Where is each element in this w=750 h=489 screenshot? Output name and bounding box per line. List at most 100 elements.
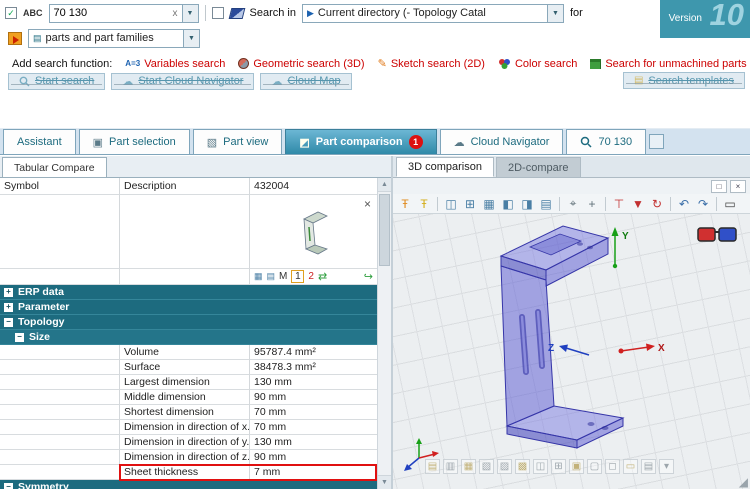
transparency-icon[interactable]: ▢ xyxy=(587,459,602,474)
wireframe-icon[interactable]: ▣ xyxy=(569,459,584,474)
tab-part-comparison[interactable]: ◩ Part comparison 1 xyxy=(285,129,436,154)
fit-view-icon[interactable]: + xyxy=(583,195,601,212)
table-row-dimension-x[interactable]: Dimension in direction of x... 70 mm xyxy=(0,420,377,435)
grid-toggle-icon[interactable]: ◻ xyxy=(605,459,620,474)
page-1-button[interactable]: 1 xyxy=(291,270,304,283)
page-2-button[interactable]: 2 xyxy=(308,271,314,282)
compare-link-icon[interactable]: ◨ xyxy=(518,195,536,212)
table-view-icon[interactable]: ▦ xyxy=(254,271,263,282)
tab-2d-compare[interactable]: 2D-compare xyxy=(496,157,581,177)
expand-icon[interactable]: + xyxy=(4,288,13,297)
category-dropdown-arrow-icon[interactable]: ▼ xyxy=(183,30,199,47)
collapse-icon[interactable]: − xyxy=(15,333,24,342)
compare-overlay-icon[interactable]: ▦ xyxy=(480,195,498,212)
search-directory-select[interactable]: ▶ Current directory (- Topology Catal ▼ xyxy=(302,4,564,23)
undo-icon[interactable]: ↶ xyxy=(675,195,693,212)
tab-overflow-button[interactable] xyxy=(649,134,664,149)
for-label: for xyxy=(570,7,583,19)
top-view-icon[interactable]: ▨ xyxy=(497,459,512,474)
sheet-view-icon[interactable]: ▤ xyxy=(267,271,276,282)
table-row-largest-dimension[interactable]: Largest dimension 130 mm xyxy=(0,375,377,390)
section-erp-data[interactable]: + ERP data xyxy=(0,285,377,300)
part-3d-model[interactable]: Y X Z xyxy=(393,214,748,489)
filter-funnel-icon[interactable]: ▼ xyxy=(629,195,647,212)
part-thumbnail[interactable] xyxy=(297,207,331,257)
color-search-link[interactable]: Color search xyxy=(498,58,577,70)
start-cloud-navigator-button[interactable]: ☁ Start Cloud Navigator xyxy=(111,73,254,90)
snapshot-icon[interactable]: ▭ xyxy=(623,459,638,474)
section-size[interactable]: − Size xyxy=(0,330,377,345)
measure-icon[interactable]: ⊤ xyxy=(610,195,628,212)
restore-window-button[interactable]: □ xyxy=(711,180,727,193)
section-topology[interactable]: − Topology xyxy=(0,315,377,330)
animation-icon[interactable]: ▤ xyxy=(641,459,656,474)
search-dropdown-arrow-icon[interactable]: ▼ xyxy=(182,5,198,22)
table-row-volume[interactable]: Volume 95787.4 mm² xyxy=(0,345,377,360)
geometric-search-link[interactable]: Geometric search (3D) xyxy=(238,58,364,70)
variables-search-link[interactable]: A=3 Variables search xyxy=(125,58,225,70)
scroll-up-button[interactable]: ▲ xyxy=(378,178,391,192)
redo-icon[interactable]: ↷ xyxy=(694,195,712,212)
expand-icon[interactable]: + xyxy=(4,303,13,312)
sketch-search-link[interactable]: ✎ Sketch search (2D) xyxy=(378,57,485,70)
scrollbar-thumb[interactable] xyxy=(379,194,390,266)
row-name: Dimension in direction of x... xyxy=(120,420,250,435)
table-row-middle-dimension[interactable]: Middle dimension 90 mm xyxy=(0,390,377,405)
action-button-row: Start search ☁ Start Cloud Navigator ☁ C… xyxy=(8,72,352,90)
clear-search-button[interactable]: x xyxy=(169,8,182,19)
close-window-button[interactable]: × xyxy=(730,180,746,193)
eraser-icon[interactable] xyxy=(228,8,245,19)
shading-icon[interactable]: ⊞ xyxy=(551,459,566,474)
section-parameter[interactable]: + Parameter xyxy=(0,300,377,315)
table-row-shortest-dimension[interactable]: Shortest dimension 70 mm xyxy=(0,405,377,420)
tab-search-result[interactable]: 70 130 xyxy=(566,129,646,154)
center-part-icon[interactable]: ⌖ xyxy=(564,195,582,212)
collapse-icon[interactable]: − xyxy=(4,483,13,489)
category-select[interactable]: ▤ parts and part families ▼ xyxy=(28,29,200,48)
iso-view-icon[interactable]: ◫ xyxy=(533,459,548,474)
scroll-down-button[interactable]: ▼ xyxy=(378,475,391,489)
tab-part-view[interactable]: ▧ Part view xyxy=(193,129,283,154)
stereo-glasses-icon[interactable] xyxy=(697,223,737,249)
viewport-3d[interactable]: Y X Z xyxy=(393,214,750,489)
part-filter-icon[interactable]: Ŧ xyxy=(396,195,414,212)
remove-part-button[interactable]: × xyxy=(364,198,371,210)
sync-icon[interactable]: ⇄ xyxy=(318,270,327,283)
side-view-icon[interactable]: ▩ xyxy=(515,459,530,474)
unmachined-search-link[interactable]: Search for unmachined parts xyxy=(590,58,746,70)
fullscreen-icon[interactable]: ▭ xyxy=(721,195,739,212)
directory-dropdown-arrow-icon[interactable]: ▼ xyxy=(547,5,563,22)
cloud-map-button[interactable]: ☁ Cloud Map xyxy=(260,73,351,90)
erase-checkbox[interactable] xyxy=(212,7,224,19)
table-row-sheet-thickness[interactable]: Sheet thickness 7 mm xyxy=(0,465,377,480)
table-row-surface[interactable]: Surface 38478.3 mm² xyxy=(0,360,377,375)
tab-cloud-navigator[interactable]: ☁ Cloud Navigator xyxy=(440,129,564,154)
tab-assistant[interactable]: Assistant xyxy=(3,129,76,154)
table-row-dimension-z[interactable]: Dimension in direction of z... 90 mm xyxy=(0,450,377,465)
start-search-button[interactable]: Start search xyxy=(8,73,105,90)
mode-label[interactable]: M xyxy=(279,271,287,282)
rotate-tool-icon[interactable]: ▦ xyxy=(461,459,476,474)
compare-table-icon[interactable]: ◫ xyxy=(442,195,460,212)
compare-split-icon[interactable]: ◧ xyxy=(499,195,517,212)
resize-grip[interactable]: ◢ xyxy=(739,475,748,489)
pan-tool-icon[interactable]: ▤ xyxy=(425,459,440,474)
part-selection-icon: ▣ xyxy=(93,136,103,149)
text-search-checkbox[interactable]: ✓ xyxy=(5,7,17,19)
assembly-filter-icon[interactable]: Ŧ xyxy=(415,195,433,212)
search-templates-button[interactable]: ▤ Search templates xyxy=(623,72,745,89)
rotate-view-icon[interactable]: ↻ xyxy=(648,195,666,212)
front-view-icon[interactable]: ▧ xyxy=(479,459,494,474)
tab-tabular-compare[interactable]: Tabular Compare xyxy=(2,157,107,177)
export-icon[interactable]: ↪ xyxy=(364,270,373,283)
table-row-dimension-y[interactable]: Dimension in direction of y... 130 mm xyxy=(0,435,377,450)
tab-part-selection[interactable]: ▣ Part selection xyxy=(79,129,190,154)
zoom-tool-icon[interactable]: ▥ xyxy=(443,459,458,474)
compare-sync-icon[interactable]: ▤ xyxy=(537,195,555,212)
compare-grid-icon[interactable]: ⊞ xyxy=(461,195,479,212)
views-dropdown-icon[interactable]: ▾ xyxy=(659,459,674,474)
section-symmetry[interactable]: − Symmetry xyxy=(0,480,377,489)
tab-3d-comparison[interactable]: 3D comparison xyxy=(396,157,494,177)
search-input[interactable] xyxy=(50,5,169,22)
collapse-icon[interactable]: − xyxy=(4,318,13,327)
